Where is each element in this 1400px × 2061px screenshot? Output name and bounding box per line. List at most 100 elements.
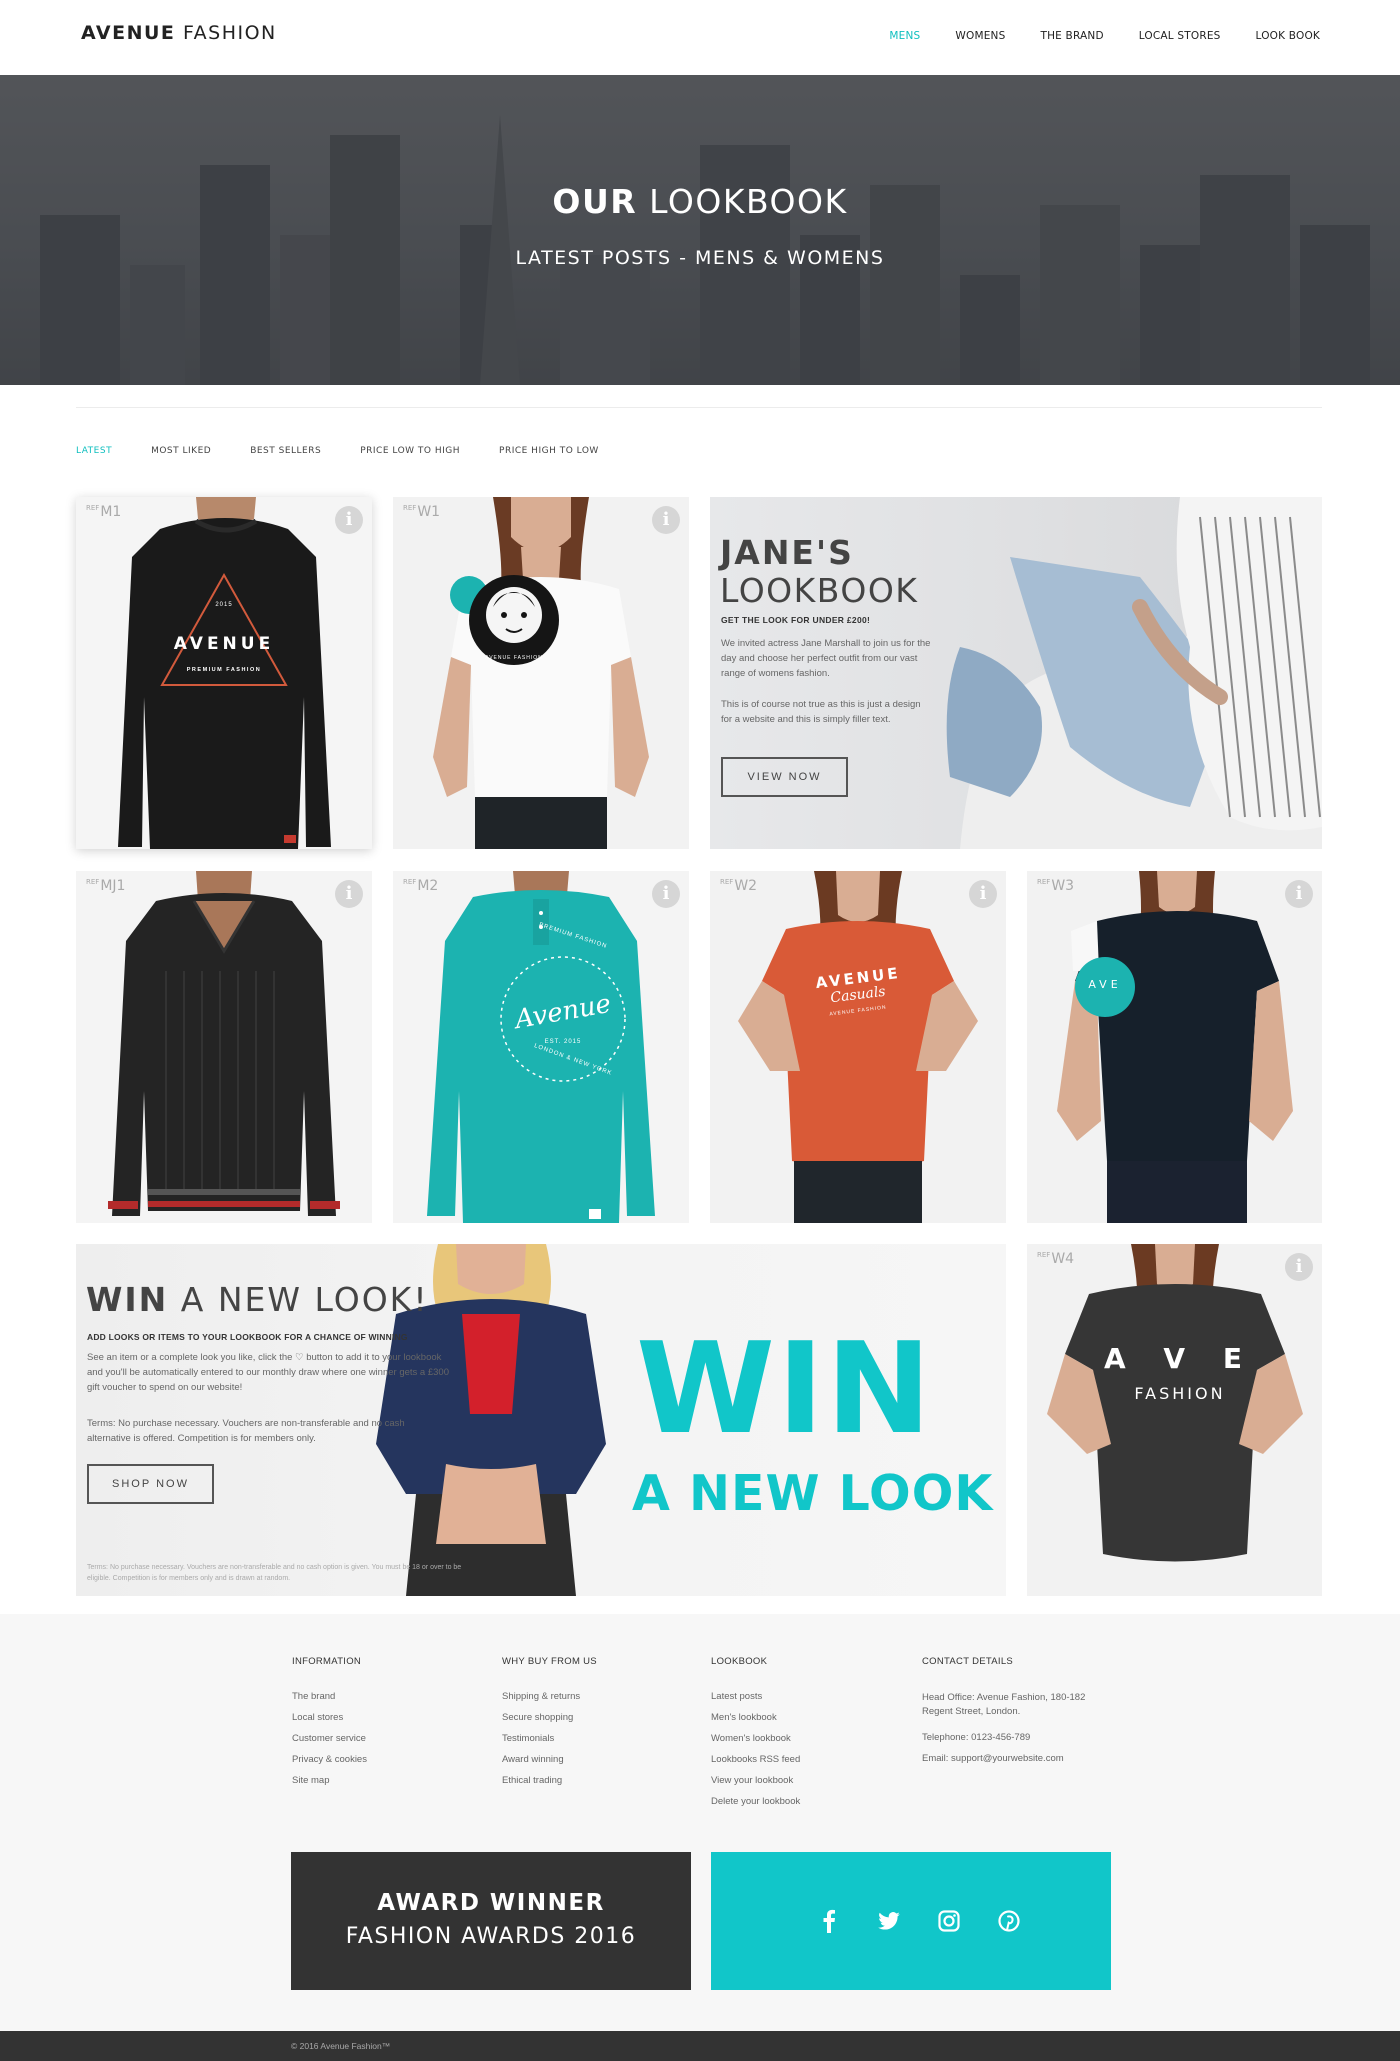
product-card-m2[interactable]: PREMIUM FASHION Avenue EST. 2015 LONDON … [393, 871, 689, 1223]
product-image-w3 [1027, 871, 1322, 1223]
nav-the-brand[interactable]: THE BRAND [1040, 30, 1103, 42]
product-ref: REFW1 [403, 504, 441, 520]
product-card-mj1[interactable]: REFMJ1 i [76, 871, 372, 1223]
janes-lookbook-promo: JANE'S LOOKBOOK GET THE LOOK FOR UNDER £… [710, 497, 1322, 849]
footer-link[interactable]: Secure shopping [502, 1712, 597, 1733]
footer-link[interactable]: Latest posts [711, 1691, 800, 1712]
product-card-w3[interactable]: AVE REFW3 i [1027, 871, 1322, 1223]
product-image-w2 [710, 871, 1006, 1223]
facebook-icon[interactable] [814, 1906, 844, 1936]
filter-best-sellers[interactable]: BEST SELLERS [250, 446, 321, 456]
nav-mens[interactable]: MENS [889, 30, 920, 42]
jane-paragraph-1: We invited actress Jane Marshall to join… [721, 638, 931, 679]
product-card-w2[interactable]: AVENUE Casuals AVENUE FASHION REFW2 i [710, 871, 1006, 1223]
win-fine-print: Terms: No purchase necessary. Vouchers a… [87, 1564, 462, 1582]
section-divider [76, 407, 1322, 408]
contact-email[interactable]: Email: support@yourwebsite.com [922, 1752, 1092, 1766]
filter-price-high-low[interactable]: PRICE HIGH TO LOW [499, 446, 599, 456]
hero-banner: OUR LOOKBOOK LATEST POSTS - MENS & WOMEN… [0, 75, 1400, 385]
contact-address: Head Office: Avenue Fashion, 180-182 Reg… [922, 1692, 1086, 1717]
win-big-subtext: A NEW LOOK [632, 1465, 994, 1522]
footer-link[interactable]: Local stores [292, 1712, 367, 1733]
win-big-text: WIN [636, 1315, 934, 1462]
footer-heading: INFORMATION [292, 1656, 362, 1667]
shirt-print-text: A V E [1104, 1342, 1256, 1375]
footer-col-lookbook: LOOKBOOK Latest posts Men's lookbook Wom… [711, 1656, 800, 1817]
info-icon[interactable]: i [652, 506, 680, 534]
footer-link[interactable]: Women's lookbook [711, 1733, 800, 1754]
main-nav: MENS WOMENS THE BRAND LOCAL STORES LOOK … [854, 30, 1320, 42]
product-card-w1[interactable]: AVENUE FASHION REFW1 i [393, 497, 689, 849]
view-now-button[interactable]: VIEW NOW [721, 757, 848, 797]
site-footer: INFORMATION The brand Local stores Custo… [0, 1614, 1400, 2031]
footer-link[interactable]: Customer service [292, 1733, 367, 1754]
info-icon[interactable]: i [1285, 880, 1313, 908]
info-icon[interactable]: i [335, 506, 363, 534]
award-banner: AWARD WINNER FASHION AWARDS 2016 [291, 1852, 691, 1990]
hero-title-bold: OUR [552, 182, 638, 221]
pinterest-icon[interactable] [994, 1906, 1024, 1936]
footer-col-why-buy: WHY BUY FROM US Shipping & returns Secur… [502, 1656, 597, 1796]
social-links-panel [711, 1852, 1111, 1990]
product-ref: REFM1 [86, 504, 122, 520]
twitter-icon[interactable] [874, 1906, 904, 1936]
footer-link[interactable]: Award winning [502, 1754, 597, 1775]
info-icon[interactable]: i [652, 880, 680, 908]
shirt-print-subtext: PREMIUM FASHION [186, 667, 262, 673]
footer-heading: CONTACT DETAILS [922, 1656, 1014, 1667]
footer-link[interactable]: Delete your lookbook [711, 1796, 800, 1817]
logo-light-text: FASHION [182, 22, 277, 44]
nav-womens[interactable]: WOMENS [955, 30, 1005, 42]
win-title-bold: WIN [86, 1280, 169, 1319]
info-icon[interactable]: i [335, 880, 363, 908]
footer-link[interactable]: Lookbooks RSS feed [711, 1754, 800, 1775]
shirt-print-subtext: FASHION [1134, 1384, 1226, 1403]
info-icon[interactable]: i [969, 880, 997, 908]
product-ref: REFW4 [1037, 1251, 1075, 1267]
footer-link[interactable]: Men's lookbook [711, 1712, 800, 1733]
copyright-bar: © 2016 Avenue Fashion™ [0, 2031, 1400, 2061]
jane-title-line1: JANE'S [720, 533, 854, 572]
logo[interactable]: AVENUE FASHION [81, 22, 277, 44]
hero-subtitle: LATEST POSTS - MENS & WOMENS [515, 247, 885, 269]
nav-look-book[interactable]: LOOK BOOK [1256, 30, 1320, 42]
footer-link[interactable]: View your lookbook [711, 1775, 800, 1796]
jane-paragraph-2: This is of course not true as this is ju… [721, 699, 921, 725]
product-image-w4 [1027, 1244, 1322, 1596]
product-image-mj1 [76, 871, 372, 1223]
footer-link[interactable]: The brand [292, 1691, 367, 1712]
product-card-m1[interactable]: 2015 AVENUE PREMIUM FASHION REFM1 i [76, 497, 372, 849]
copyright-text: © 2016 Avenue Fashion™ [291, 2041, 391, 2051]
jane-title-line2: LOOKBOOK [720, 571, 919, 610]
footer-link[interactable]: Site map [292, 1775, 367, 1796]
footer-link[interactable]: Privacy & cookies [292, 1754, 367, 1775]
shirt-print-text: AVENUE [173, 634, 275, 654]
footer-link[interactable]: Shipping & returns [502, 1691, 597, 1712]
nav-local-stores[interactable]: LOCAL STORES [1139, 30, 1221, 42]
product-image-m1 [76, 497, 372, 849]
hero-title: OUR LOOKBOOK [0, 182, 1400, 221]
filter-most-liked[interactable]: MOST LIKED [151, 446, 211, 456]
shirt-print-text: AVE [1088, 978, 1122, 991]
product-ref: REFMJ1 [86, 878, 126, 894]
product-image-w1 [393, 497, 689, 849]
product-ref: REFM2 [403, 878, 439, 894]
shirt-print-subtext: AVENUE FASHION [485, 655, 543, 661]
filter-price-low-high[interactable]: PRICE LOW TO HIGH [360, 446, 460, 456]
info-icon[interactable]: i [1285, 1253, 1313, 1281]
footer-link[interactable]: Testimonials [502, 1733, 597, 1754]
site-header: AVENUE FASHION MENS WOMENS THE BRAND LOC… [0, 0, 1400, 75]
footer-heading: LOOKBOOK [711, 1656, 768, 1667]
filter-tabs: LATEST MOST LIKED BEST SELLERS PRICE LOW… [76, 446, 638, 456]
hero-title-light: LOOKBOOK [649, 182, 848, 221]
win-subtitle: ADD LOOKS OR ITEMS TO YOUR LOOKBOOK FOR … [87, 1332, 408, 1342]
product-card-w4[interactable]: A V E FASHION REFW4 i [1027, 1244, 1322, 1596]
shop-now-button[interactable]: SHOP NOW [87, 1464, 214, 1504]
footer-heading: WHY BUY FROM US [502, 1656, 597, 1667]
instagram-icon[interactable] [934, 1906, 964, 1936]
footer-link[interactable]: Ethical trading [502, 1775, 597, 1796]
product-ref: REFW3 [1037, 878, 1075, 894]
win-paragraph-2: Terms: No purchase necessary. Vouchers a… [87, 1418, 405, 1444]
contact-telephone: Telephone: 0123-456-789 [922, 1732, 1031, 1743]
filter-latest[interactable]: LATEST [76, 446, 112, 456]
